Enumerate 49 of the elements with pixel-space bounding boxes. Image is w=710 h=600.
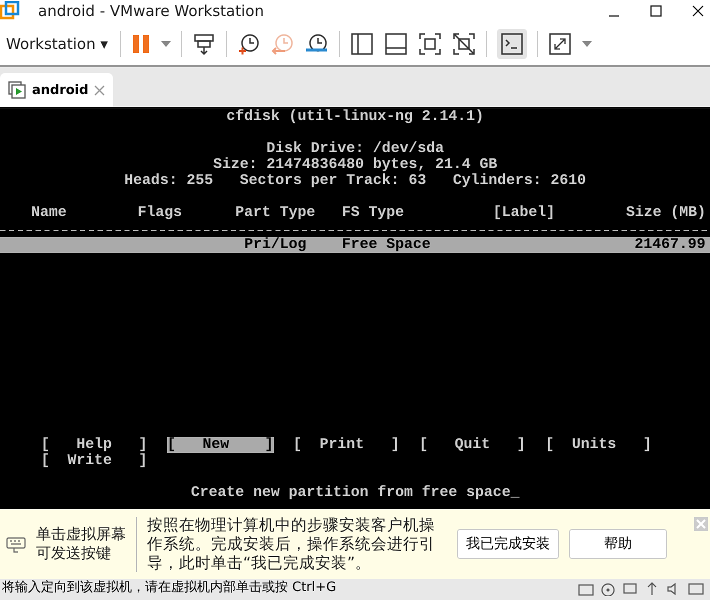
hint-button[interactable]: 帮助 [569, 529, 667, 559]
fullscreen-icon[interactable] [418, 32, 442, 56]
menu-option[interactable]: [ Quit ] [419, 437, 526, 453]
terminal-screen[interactable] [0, 109, 710, 509]
console-icon[interactable] [496, 28, 527, 58]
column-header: Flags [138, 205, 182, 221]
vm-play-icon [8, 81, 26, 99]
app-logo-icon [0, 1, 20, 21]
menu-option[interactable]: [ Help ] [40, 437, 148, 453]
vm-tab[interactable]: android [0, 73, 114, 107]
tab-label: android [32, 82, 88, 98]
column-header: [Label] [492, 205, 555, 221]
disk-info-line: Heads: 255 Sectors per Track: 63 Cylinders: 2610 [124, 173, 586, 189]
pause-icon[interactable] [130, 32, 151, 54]
menu-option[interactable]: [ Write ] [40, 453, 148, 469]
column-header: FS Type [342, 205, 404, 221]
caret-icon[interactable] [160, 40, 171, 46]
status-text: 将输入定向到该虚拟机，请在虚拟机内部单击或按 Ctrl+G [1, 580, 336, 596]
bottom-panel-view-icon[interactable] [384, 32, 408, 56]
hint-button[interactable]: 我已完成安装 [457, 529, 559, 559]
menu-option[interactable]: [ Units ] [545, 437, 652, 453]
status-message: Create new partition from free space_ [190, 485, 520, 501]
stretch-icon[interactable] [548, 32, 572, 56]
part-type-cell: Pri/Log [244, 237, 306, 253]
window-title: android - VMware Workstation [38, 2, 264, 20]
disk-info-line: Size: 21474836480 bytes, 21.4 GB [213, 157, 498, 173]
display-icon[interactable] [688, 582, 704, 596]
key-hint-text: 单击虚拟屏幕 [36, 525, 126, 544]
size-cell: 21467.99 [634, 237, 706, 253]
send-keys-icon[interactable] [192, 32, 216, 56]
network-icon[interactable] [622, 582, 638, 596]
column-header: Part Type [235, 205, 316, 221]
cd-icon[interactable] [600, 582, 616, 596]
terminal-title: cfdisk (util-linux-ng 2.14.1) [226, 109, 484, 125]
menu-option[interactable]: [ Print ] [293, 437, 400, 453]
disk-info-line: Disk Drive: /dev/sda [266, 141, 444, 157]
close-icon[interactable] [692, 5, 704, 17]
sidebar-view-icon[interactable] [350, 32, 374, 56]
partition-row[interactable]: Pri/Log Free Space 21467.99 [0, 237, 710, 253]
maximize-icon[interactable] [650, 5, 662, 17]
menu-option[interactable]: [ New ] [166, 437, 274, 453]
install-hint-text: 按照在物理计算机中的步骤安装客户机操作系统。完成安装后，操作系统会进行引导，此时单击“我已完成安装”。 [147, 516, 436, 572]
key-hint-text: 可发送按键 [36, 544, 112, 563]
caret-icon[interactable] [582, 40, 592, 46]
column-header: Name [31, 205, 67, 221]
column-header: Size (MB) [626, 205, 706, 221]
fs-type-cell: Free Space [342, 237, 431, 253]
snapshot-clock-icon[interactable] [236, 32, 261, 56]
workstation-menu[interactable]: Workstation ▾ [4, 34, 110, 52]
